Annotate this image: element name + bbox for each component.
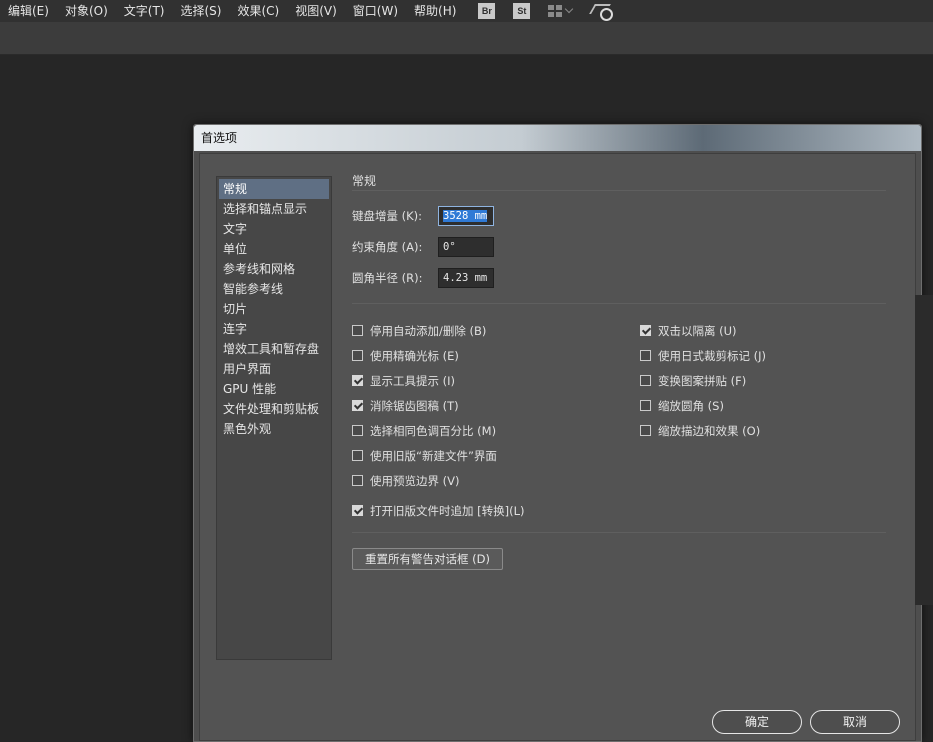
checkbox[interactable] <box>640 350 651 361</box>
app-launcher-icons: Br St <box>478 3 614 21</box>
chevron-down-icon <box>565 4 574 14</box>
menu-view[interactable]: 视图(V) <box>287 0 345 22</box>
divider <box>352 190 886 191</box>
dialog-title[interactable]: 首选项 <box>194 125 921 151</box>
checkbox[interactable] <box>352 350 363 361</box>
menu-object[interactable]: 对象(O) <box>57 0 116 22</box>
checkbox[interactable] <box>352 450 363 461</box>
checkbox[interactable] <box>352 475 363 486</box>
category-file-clipboard[interactable]: 文件处理和剪贴板 <box>219 399 329 419</box>
option-scale-strokes-effects[interactable]: 缩放描边和效果 (O) <box>640 418 886 443</box>
dialog-body: 常规 选择和锚点显示 文字 单位 参考线和网格 智能参考线 切片 连字 增效工具… <box>199 153 916 741</box>
workspace-switcher[interactable] <box>548 4 574 17</box>
menu-type[interactable]: 文字(T) <box>116 0 173 22</box>
category-user-interface[interactable]: 用户界面 <box>219 359 329 379</box>
option-preview-bounds[interactable]: 使用预览边界 (V) <box>352 468 640 493</box>
category-smart-guides[interactable]: 智能参考线 <box>219 279 329 299</box>
reset-warnings-button[interactable]: 重置所有警告对话框 (D) <box>352 548 503 570</box>
option-anti-aliased-artwork[interactable]: 消除锯齿图稿 (T) <box>352 393 640 418</box>
option-disable-auto-add-delete[interactable]: 停用自动添加/删除 (B) <box>352 318 640 343</box>
option-append-convert[interactable]: 打开旧版文件时追加 [转换](L) <box>352 498 640 523</box>
option-precise-cursors[interactable]: 使用精确光标 (E) <box>352 343 640 368</box>
constrain-angle-row: 约束角度 (A): 0° <box>352 236 886 258</box>
checkbox[interactable] <box>352 325 363 336</box>
category-units[interactable]: 单位 <box>219 239 329 259</box>
checkbox-label: 打开旧版文件时追加 [转换](L) <box>370 503 525 518</box>
category-gpu-performance[interactable]: GPU 性能 <box>219 379 329 399</box>
cancel-button[interactable]: 取消 <box>810 710 900 734</box>
keyboard-increment-row: 键盘增量 (K): 3528 mm <box>352 205 886 227</box>
section-title: 常规 <box>352 174 377 188</box>
divider <box>352 532 886 533</box>
option-transform-pattern-tiles[interactable]: 变换图案拼贴 (F) <box>640 368 886 393</box>
keyboard-increment-value: 3528 mm <box>443 210 488 222</box>
option-select-same-tint[interactable]: 选择相同色调百分比 (M) <box>352 418 640 443</box>
menu-effect[interactable]: 效果(C) <box>229 0 287 22</box>
option-legacy-new-document[interactable]: 使用旧版“新建文件”界面 <box>352 443 640 468</box>
bridge-icon[interactable]: Br <box>478 3 496 19</box>
option-scale-corners[interactable]: 缩放圆角 (S) <box>640 393 886 418</box>
option-japanese-crop-marks[interactable]: 使用日式裁剪标记 (J) <box>640 343 886 368</box>
ok-button[interactable]: 确定 <box>712 710 802 734</box>
control-bar <box>0 22 933 55</box>
checkbox-label: 选择相同色调百分比 (M) <box>370 423 497 438</box>
category-hyphenation[interactable]: 连字 <box>219 319 329 339</box>
category-selection-anchor[interactable]: 选择和锚点显示 <box>219 199 329 219</box>
preferences-dialog: 首选项 常规 选择和锚点显示 文字 单位 参考线和网格 智能参考线 切片 连字 … <box>193 124 922 742</box>
gpu-sync-icon[interactable] <box>590 3 614 21</box>
checkbox[interactable] <box>352 425 363 436</box>
corner-radius-row: 圆角半径 (R): 4.23 mm <box>352 267 886 289</box>
checkbox-label: 消除锯齿图稿 (T) <box>370 398 459 413</box>
checkbox-checked[interactable] <box>352 505 363 516</box>
menu-help[interactable]: 帮助(H) <box>406 0 464 22</box>
category-general[interactable]: 常规 <box>219 179 329 199</box>
right-panel-edge <box>915 295 933 605</box>
menu-window[interactable]: 窗口(W) <box>345 0 406 22</box>
constrain-angle-input[interactable]: 0° <box>438 237 494 257</box>
workspace-grid-icon <box>548 5 563 17</box>
category-list[interactable]: 常规 选择和锚点显示 文字 单位 参考线和网格 智能参考线 切片 连字 增效工具… <box>216 176 332 660</box>
checkbox-checked[interactable] <box>352 400 363 411</box>
option-show-tool-tips[interactable]: 显示工具提示 (I) <box>352 368 640 393</box>
options-checkboxes: 停用自动添加/删除 (B) 使用精确光标 (E) 显示工具提示 (I) 消除锯齿… <box>352 318 886 523</box>
category-slices[interactable]: 切片 <box>219 299 329 319</box>
corner-radius-input[interactable]: 4.23 mm <box>438 268 494 288</box>
checkbox-label: 双击以隔离 (U) <box>658 323 737 338</box>
checkbox-checked[interactable] <box>640 325 651 336</box>
constrain-angle-label: 约束角度 (A): <box>352 240 423 254</box>
checkbox-label: 使用日式裁剪标记 (J) <box>658 348 767 363</box>
checkbox[interactable] <box>640 425 651 436</box>
menu-select[interactable]: 选择(S) <box>172 0 229 22</box>
menu-edit[interactable]: 编辑(E) <box>0 0 57 22</box>
checkbox-label: 使用旧版“新建文件”界面 <box>370 448 497 463</box>
category-type[interactable]: 文字 <box>219 219 329 239</box>
checkbox-label: 缩放描边和效果 (O) <box>658 423 761 438</box>
keyboard-increment-input[interactable]: 3528 mm <box>438 206 494 226</box>
category-black-appearance[interactable]: 黑色外观 <box>219 419 329 439</box>
category-guides-grid[interactable]: 参考线和网格 <box>219 259 329 279</box>
options-left-column: 停用自动添加/删除 (B) 使用精确光标 (E) 显示工具提示 (I) 消除锯齿… <box>352 318 640 523</box>
checkbox[interactable] <box>640 400 651 411</box>
general-panel: 常规 键盘增量 (K): 3528 mm 约束角度 (A): 0° 圆角半径 (… <box>352 172 886 570</box>
checkbox[interactable] <box>640 375 651 386</box>
divider <box>352 303 886 304</box>
checkbox-label: 使用精确光标 (E) <box>370 348 459 363</box>
checkbox-label: 变换图案拼贴 (F) <box>658 373 747 388</box>
menu-bar: 编辑(E) 对象(O) 文字(T) 选择(S) 效果(C) 视图(V) 窗口(W… <box>0 0 933 22</box>
option-double-click-isolate[interactable]: 双击以隔离 (U) <box>640 318 886 343</box>
checkbox-label: 显示工具提示 (I) <box>370 373 456 388</box>
checkbox-label: 使用预览边界 (V) <box>370 473 460 488</box>
checkbox-label: 停用自动添加/删除 (B) <box>370 323 487 338</box>
stock-icon[interactable]: St <box>513 3 531 19</box>
corner-radius-label: 圆角半径 (R): <box>352 271 423 285</box>
options-right-column: 双击以隔离 (U) 使用日式裁剪标记 (J) 变换图案拼贴 (F) 缩放圆角 (… <box>640 318 886 523</box>
category-plugins-scratch[interactable]: 增效工具和暂存盘 <box>219 339 329 359</box>
checkbox-label: 缩放圆角 (S) <box>658 398 724 413</box>
keyboard-increment-label: 键盘增量 (K): <box>352 209 423 223</box>
checkbox-checked[interactable] <box>352 375 363 386</box>
